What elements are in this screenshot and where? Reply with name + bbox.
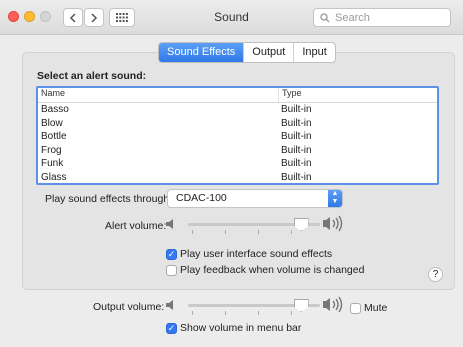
- sound-type: Built-in: [281, 171, 312, 183]
- search-field[interactable]: Search: [313, 8, 451, 27]
- slider-tick: [225, 230, 226, 234]
- table-row[interactable]: Frog Built-in: [38, 144, 437, 158]
- sound-type: Built-in: [281, 131, 312, 142]
- feedback-checkbox[interactable]: [166, 265, 177, 276]
- help-button[interactable]: ?: [428, 267, 443, 282]
- menu-bar-label: Show volume in menu bar: [180, 322, 302, 334]
- ui-sounds-label: Play user interface sound effects: [180, 248, 333, 260]
- output-volume-label: Output volume:: [93, 301, 165, 313]
- slider-tick: [258, 311, 259, 315]
- speaker-low-icon: [166, 300, 173, 310]
- speaker-high-icon: [323, 215, 343, 232]
- play-through-value: CDAC-100: [176, 192, 227, 204]
- slider-tick: [291, 230, 292, 234]
- table-row[interactable]: Blow Built-in: [38, 117, 437, 131]
- sound-name: Bottle: [41, 131, 67, 142]
- table-header: Name Type: [38, 88, 437, 103]
- table-row[interactable]: Funk Built-in: [38, 157, 437, 171]
- search-placeholder: Search: [335, 11, 370, 24]
- speaker-low-icon: [166, 219, 173, 229]
- play-through-label: Play sound effects through:: [45, 193, 173, 205]
- menu-bar-checkbox[interactable]: ✓: [166, 323, 177, 334]
- select-arrows-icon: ▲ ▼: [328, 190, 342, 207]
- alert-sound-heading: Select an alert sound:: [37, 70, 147, 82]
- alert-sound-table[interactable]: Name Type Basso Built-in Blow Built-in B…: [36, 86, 439, 185]
- sound-name: Glass: [41, 171, 67, 183]
- sound-type: Built-in: [281, 117, 312, 129]
- table-row[interactable]: Bottle Built-in: [38, 130, 437, 144]
- slider-tick: [192, 311, 193, 315]
- sound-name: Blow: [41, 117, 63, 129]
- slider-tick: [192, 230, 193, 234]
- ui-sounds-checkbox[interactable]: ✓: [166, 249, 177, 260]
- slider-tick: [258, 230, 259, 234]
- mute-label: Mute: [364, 302, 388, 314]
- sound-name: Frog: [41, 144, 62, 156]
- tab-input[interactable]: Input: [293, 43, 334, 62]
- table-row[interactable]: Basso Built-in: [38, 103, 437, 117]
- sound-name: Funk: [41, 158, 64, 169]
- sound-name: Basso: [41, 104, 69, 115]
- table-row[interactable]: Glass Built-in: [38, 171, 437, 184]
- mute-checkbox[interactable]: [350, 303, 361, 314]
- play-through-select[interactable]: CDAC-100 ▲ ▼: [167, 189, 343, 208]
- alert-volume-label: Alert volume:: [105, 220, 167, 232]
- sound-type: Built-in: [281, 144, 312, 156]
- feedback-label: Play feedback when volume is changed: [180, 264, 365, 276]
- tab-bar: Sound Effects Output Input: [158, 42, 336, 63]
- speaker-high-icon: [323, 296, 343, 313]
- sound-type: Built-in: [281, 104, 312, 115]
- tab-output[interactable]: Output: [243, 43, 293, 62]
- sound-type: Built-in: [281, 158, 312, 169]
- slider-tick: [225, 311, 226, 315]
- column-header-name[interactable]: Name: [38, 88, 278, 102]
- column-header-type[interactable]: Type: [278, 88, 437, 102]
- output-volume-knob[interactable]: [293, 299, 309, 312]
- tab-sound-effects[interactable]: Sound Effects: [159, 43, 244, 62]
- slider-tick: [291, 311, 292, 315]
- search-icon: [320, 12, 330, 22]
